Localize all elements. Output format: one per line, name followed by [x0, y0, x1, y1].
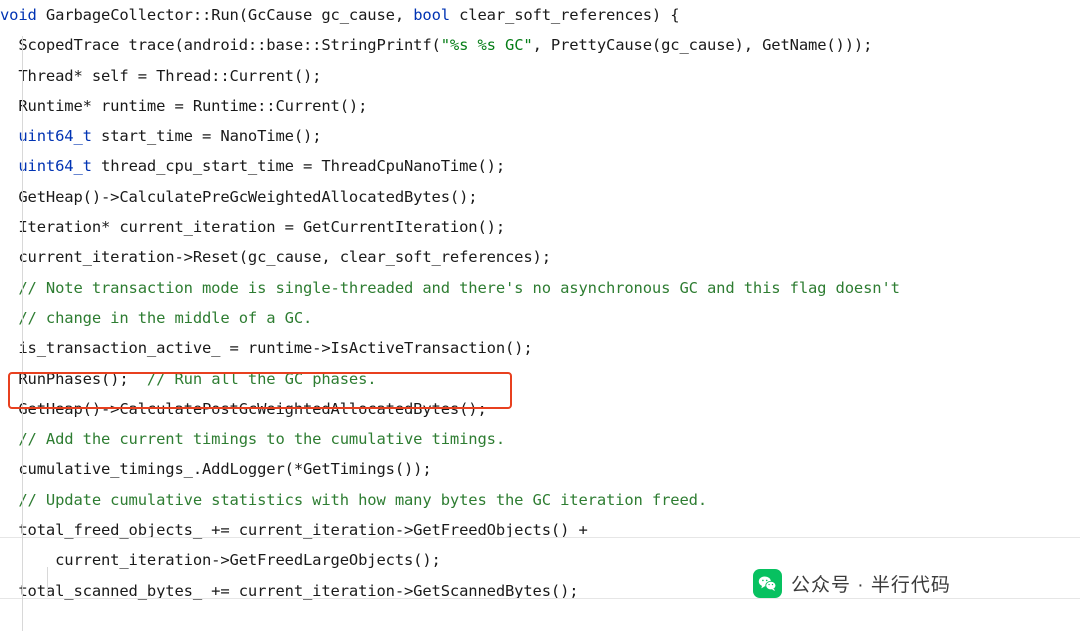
- code-token: current_iteration->GetFreedLargeObjects(…: [0, 551, 441, 570]
- code-token: , PrettyCause(gc_cause), GetName()));: [532, 36, 873, 55]
- code-token: GetHeap()->CalculatePostGcWeightedAlloca…: [0, 399, 487, 418]
- code-line: Runtime* runtime = Runtime::Current();: [0, 91, 1080, 121]
- watermark: 公众号 · 半行代码: [753, 569, 951, 598]
- code-token: start_time = NanoTime();: [91, 127, 322, 146]
- code-token: thread_cpu_start_time = ThreadCpuNanoTim…: [91, 157, 506, 176]
- code-line: void GarbageCollector::Run(GcCause gc_ca…: [0, 0, 1080, 30]
- code-token: GetHeap()->CalculatePreGcWeightedAllocat…: [0, 187, 478, 206]
- code-line: RunPhases(); // Run all the GC phases.: [0, 364, 1080, 394]
- row-separator-bottom: [0, 598, 1080, 599]
- code-line: Iteration* current_iteration = GetCurren…: [0, 212, 1080, 242]
- code-line: total_freed_objects_ += current_iteratio…: [0, 515, 1080, 545]
- row-separator-top: [0, 537, 1080, 538]
- code-token: Runtime* runtime = Runtime::Current();: [0, 96, 368, 115]
- code-line: // Add the current timings to the cumula…: [0, 424, 1080, 454]
- code-line: GetHeap()->CalculatePreGcWeightedAllocat…: [0, 182, 1080, 212]
- code-line: // Note transaction mode is single-threa…: [0, 273, 1080, 303]
- code-line: Thread* self = Thread::Current();: [0, 61, 1080, 91]
- indent-guide-2: [47, 567, 48, 597]
- code-token: uint64_t: [18, 127, 92, 146]
- code-token: ScopedTrace trace(android::base::StringP…: [0, 36, 441, 55]
- code-line: // change in the middle of a GC.: [0, 303, 1080, 333]
- code-line: uint64_t thread_cpu_start_time = ThreadC…: [0, 151, 1080, 181]
- code-token: Thread* self = Thread::Current();: [0, 66, 322, 85]
- code-token: // Add the current timings to the cumula…: [0, 430, 505, 449]
- code-token: // change in the middle of a GC.: [0, 308, 313, 327]
- code-line: current_iteration->Reset(gc_cause, clear…: [0, 242, 1080, 272]
- code-token: current_iteration->Reset(gc_cause, clear…: [0, 248, 551, 267]
- code-token: // Update cumulative statistics with how…: [0, 490, 707, 509]
- code-token: // Run all the GC phases.: [146, 369, 377, 388]
- indent-guide-1: [22, 36, 23, 631]
- code-line: // Update cumulative statistics with how…: [0, 485, 1080, 515]
- code-token: is_transaction_active_ = runtime->IsActi…: [0, 339, 533, 358]
- code-token: "%s %s GC": [440, 36, 533, 55]
- code-token: Iteration* current_iteration = GetCurren…: [0, 218, 505, 237]
- code-token: // Note transaction mode is single-threa…: [0, 278, 900, 297]
- watermark-text: 公众号 · 半行代码: [791, 575, 951, 596]
- code-token: uint64_t: [18, 157, 92, 176]
- code-line: uint64_t start_time = NanoTime();: [0, 121, 1080, 151]
- code-token: cumulative_timings_.AddLogger(*GetTiming…: [0, 460, 432, 479]
- code-token: total_scanned_bytes_ += current_iteratio…: [0, 581, 579, 600]
- code-token: clear_soft_references) {: [449, 6, 680, 24]
- code-token: void: [0, 6, 37, 24]
- code-token: bool: [413, 6, 450, 24]
- code-line: is_transaction_active_ = runtime->IsActi…: [0, 333, 1080, 363]
- code-line: cumulative_timings_.AddLogger(*GetTiming…: [0, 454, 1080, 484]
- code-lines-container: void GarbageCollector::Run(GcCause gc_ca…: [0, 0, 1080, 606]
- code-viewer: void GarbageCollector::Run(GcCause gc_ca…: [0, 0, 1080, 633]
- code-line: ScopedTrace trace(android::base::StringP…: [0, 30, 1080, 60]
- wechat-icon: [753, 569, 782, 598]
- code-line: GetHeap()->CalculatePostGcWeightedAlloca…: [0, 394, 1080, 424]
- code-token: GarbageCollector::Run(GcCause gc_cause,: [36, 6, 414, 24]
